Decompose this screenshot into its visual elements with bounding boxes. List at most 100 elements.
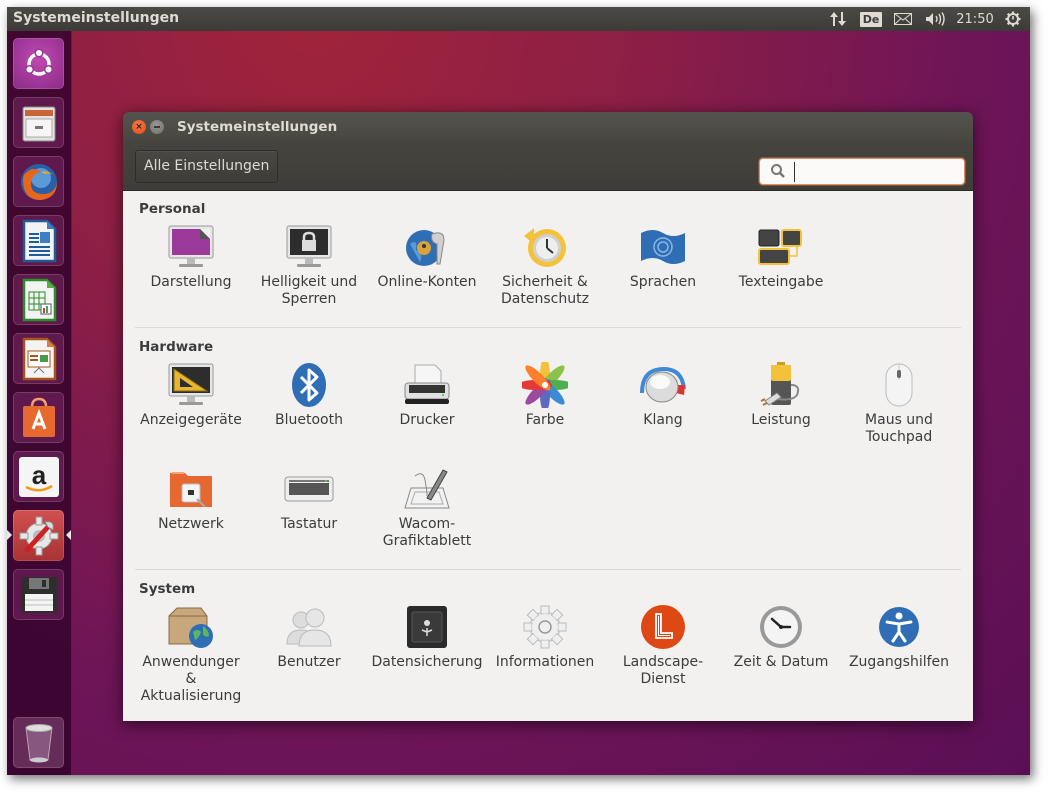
launcher-dash-button[interactable] <box>13 38 64 89</box>
file-cabinet-icon <box>22 106 55 141</box>
launcher-files-button[interactable] <box>13 97 64 148</box>
settings-item-label: Leistung <box>751 412 811 428</box>
minimize-button[interactable] <box>150 120 164 134</box>
active-window-indicator <box>66 530 71 540</box>
launcher-writer-button[interactable] <box>13 215 64 266</box>
section-title-personal: Personal <box>139 201 206 217</box>
bluetooth-icon <box>284 361 334 409</box>
settings-item-netzwerk[interactable]: Netzwerk <box>132 465 250 533</box>
network-folder-icon <box>166 465 216 513</box>
launcher-software-button[interactable] <box>13 392 64 443</box>
settings-item-label: Maus und Touchpad <box>865 412 933 445</box>
settings-item-label: Farbe <box>525 412 565 428</box>
envelope-icon[interactable] <box>891 7 915 31</box>
settings-item-leistung[interactable]: Leistung <box>722 361 840 429</box>
settings-item-wacom[interactable]: Wacom- Grafiktablett <box>368 465 486 550</box>
settings-item-label: Online-Konten <box>377 274 477 290</box>
settings-item-label: Helligkeit und Sperren <box>260 274 358 307</box>
section-title-hardware: Hardware <box>139 339 214 355</box>
landscape-icon <box>638 603 688 651</box>
impress-icon <box>22 337 56 380</box>
settings-item-bluetooth[interactable]: Bluetooth <box>250 361 368 429</box>
accessibility-icon <box>874 603 924 651</box>
power-gear-icon[interactable] <box>1003 7 1023 31</box>
settings-item-farbe[interactable]: Farbe <box>486 361 604 429</box>
battery-power-icon <box>756 361 806 409</box>
ubuntu-logo-icon <box>24 47 53 76</box>
settings-item-landscape[interactable]: Landscape- Dienst <box>604 603 722 688</box>
settings-item-tastatur[interactable]: Tastatur <box>250 465 368 533</box>
speaker-volume-icon[interactable] <box>923 7 947 31</box>
details-gear-icon <box>520 603 570 651</box>
amazon-icon: a <box>18 456 59 497</box>
clock-icon <box>756 603 806 651</box>
launcher-calc-button[interactable] <box>13 274 64 325</box>
launcher-amazon-button[interactable]: a <box>13 451 64 502</box>
privacy-clock-icon <box>520 223 570 271</box>
search-input[interactable] <box>794 162 959 182</box>
settings-item-maus[interactable]: Maus und Touchpad <box>840 361 958 446</box>
settings-item-label: Sicherheit & Datenschutz <box>501 274 589 307</box>
floppy-disk-icon <box>20 576 57 613</box>
language-flag-icon <box>638 223 688 271</box>
settings-item-label: Landscape- Dienst <box>622 654 704 687</box>
app-menu-title[interactable]: Systemeinstellungen <box>13 10 179 26</box>
desktop: Systemeinstellungen De 21:50 a × Systeme… <box>7 7 1030 775</box>
settings-item-klang[interactable]: Klang <box>604 361 722 429</box>
settings-item-benutzer[interactable]: Benutzer <box>250 603 368 671</box>
settings-item-label: Darstellung <box>150 274 232 290</box>
settings-item-label: Datensicherung <box>371 654 483 670</box>
section-title-system: System <box>139 581 196 597</box>
settings-item-darstellung[interactable]: Darstellung <box>132 223 250 291</box>
launcher-firefox-button[interactable] <box>13 156 64 207</box>
settings-item-label: Bluetooth <box>275 412 343 428</box>
calc-icon <box>22 278 56 321</box>
text-entry-keys-icon <box>756 223 806 271</box>
trash-icon <box>24 723 53 762</box>
search-box[interactable] <box>759 158 965 185</box>
settings-item-datensicherung[interactable]: Datensicherung <box>368 603 486 671</box>
launcher-trash-button[interactable] <box>13 717 64 768</box>
close-button[interactable]: × <box>132 120 146 134</box>
window-titlebar[interactable]: × Systemeinstellungen <box>123 112 973 142</box>
settings-item-zeit-datum[interactable]: Zeit & Datum <box>722 603 840 671</box>
settings-item-label: Tastatur <box>280 516 338 532</box>
window-title: Systemeinstellungen <box>177 119 338 135</box>
keyboard-layout-label: De <box>859 11 883 27</box>
settings-item-label: Klang <box>643 412 683 428</box>
network-updown-icon[interactable] <box>827 7 849 31</box>
launcher-impress-button[interactable] <box>13 333 64 384</box>
settings-item-texteingabe[interactable]: Texteingabe <box>722 223 840 291</box>
keyboard-layout-indicator[interactable]: De <box>859 7 883 31</box>
all-settings-button[interactable]: Alle Einstellungen <box>135 150 279 183</box>
settings-item-sprachen[interactable]: Sprachen <box>604 223 722 291</box>
brightness-lock-icon <box>284 223 334 271</box>
settings-item-label: Zeit & Datum <box>733 654 829 670</box>
clock-indicator[interactable]: 21:50 <box>953 7 997 31</box>
settings-item-label: Anzeigegeräte <box>140 412 242 428</box>
system-settings-window: × Systemeinstellungen Alle Einstellungen… <box>123 112 973 721</box>
users-icon <box>284 603 334 651</box>
backup-safe-icon <box>402 603 452 651</box>
settings-item-label: Anwendunger & Aktualisierung <box>140 654 242 704</box>
sound-knob-icon <box>638 361 688 409</box>
launcher-system-settings-button[interactable] <box>13 510 64 561</box>
close-icon: × <box>135 122 143 132</box>
settings-item-zugangshilfen[interactable]: Zugangshilfen <box>840 603 958 671</box>
settings-item-drucker[interactable]: Drucker <box>368 361 486 429</box>
section-separator <box>135 569 961 570</box>
software-center-icon <box>22 397 55 437</box>
display-icon <box>166 361 216 409</box>
settings-item-label: Zugangshilfen <box>848 654 950 670</box>
printer-icon <box>402 361 452 409</box>
settings-item-anzeigegeraete[interactable]: Anzeigegeräte <box>132 361 250 429</box>
launcher-floppy-button[interactable] <box>13 569 64 620</box>
settings-item-sicherheit[interactable]: Sicherheit & Datenschutz <box>486 223 604 308</box>
mouse-icon <box>874 361 924 409</box>
settings-item-online-konten[interactable]: Online-Konten <box>368 223 486 291</box>
settings-item-helligkeit[interactable]: Helligkeit und Sperren <box>250 223 368 308</box>
top-panel: Systemeinstellungen De 21:50 <box>7 7 1030 31</box>
settings-item-anwendungen[interactable]: Anwendunger & Aktualisierung <box>132 603 250 705</box>
writer-icon <box>22 219 56 262</box>
settings-item-informationen[interactable]: Informationen <box>486 603 604 671</box>
